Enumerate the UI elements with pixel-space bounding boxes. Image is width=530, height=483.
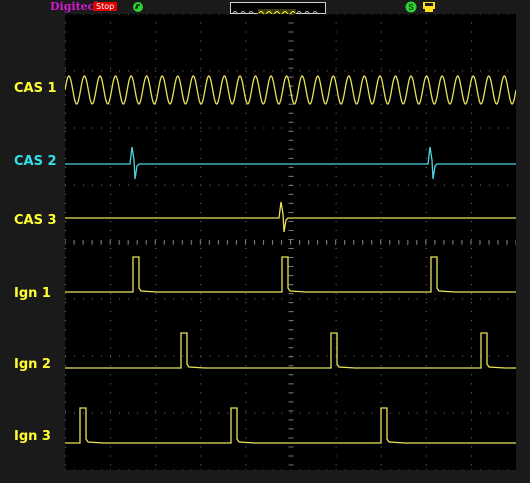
channel-label-ign1: Ign 1 bbox=[14, 286, 51, 301]
channel-label-ign2: Ign 2 bbox=[14, 357, 51, 372]
channel-label-cas1: CAS 1 bbox=[14, 81, 57, 96]
top-toolbar: Digitech Stop S bbox=[0, 0, 530, 17]
timebase-overview[interactable] bbox=[230, 2, 326, 17]
channel-label-cas2: CAS 2 bbox=[14, 154, 57, 169]
trace-ign1 bbox=[65, 256, 516, 293]
trace-cas2 bbox=[65, 146, 516, 180]
save-icon bbox=[423, 2, 435, 12]
channel-status-icons[interactable]: S bbox=[404, 0, 440, 14]
waveform-area bbox=[64, 13, 517, 471]
trace-cas3 bbox=[65, 201, 516, 233]
channel-label-ign3: Ign 3 bbox=[14, 429, 51, 444]
math-channel-icon: S bbox=[405, 1, 417, 13]
run-stop-status[interactable]: Stop bbox=[93, 2, 118, 11]
svg-text:S: S bbox=[408, 3, 413, 12]
trace-cas1 bbox=[64, 75, 517, 105]
scope-display[interactable] bbox=[64, 13, 517, 471]
trigger-mode-icon[interactable] bbox=[132, 1, 144, 13]
channel-label-cas3: CAS 3 bbox=[14, 213, 57, 228]
grid-center-ticks bbox=[64, 13, 517, 466]
